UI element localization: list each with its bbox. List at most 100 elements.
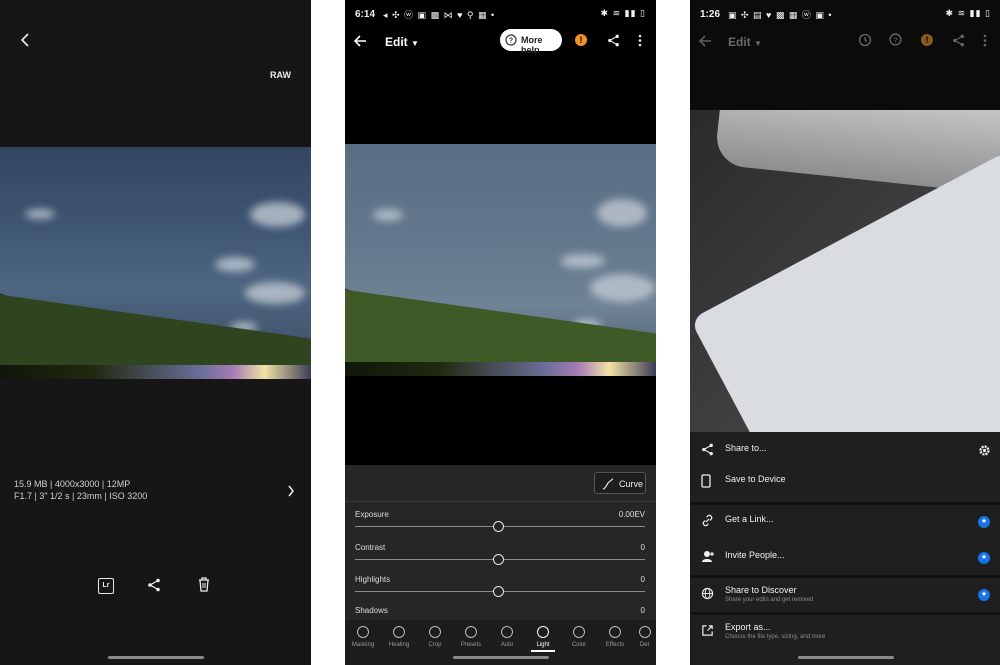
tool-presets[interactable]: Presets	[453, 626, 489, 648]
share-to-item[interactable]: Share to...	[690, 434, 1000, 468]
tool-color[interactable]: Color	[561, 626, 597, 648]
export-as-item[interactable]: Export as... Choose the file type, sizin…	[690, 615, 1000, 649]
slider-value: 0	[640, 606, 645, 615]
tool-label: Det	[639, 642, 650, 648]
help-circle-icon[interactable]: ?	[889, 33, 902, 46]
tool-label: Light	[536, 642, 550, 648]
tool-label: Effects	[605, 642, 625, 648]
slider-knob[interactable]	[493, 586, 504, 597]
export-icon	[701, 624, 714, 642]
keyboard-object	[690, 150, 1000, 432]
notification-icons: ▣ ✣ ▤ ♥ ▩ ▦ ⓦ ▣ •	[728, 10, 833, 20]
tool-crop[interactable]: Crop	[417, 626, 453, 648]
invite-people-label: Invite People...	[725, 550, 785, 560]
more-help-label: More help	[521, 35, 543, 55]
warning-icon[interactable]: !	[575, 34, 587, 46]
slider-label: Contrast	[355, 543, 386, 552]
open-in-lightroom-button[interactable]: Lr	[98, 578, 114, 594]
contrast-slider[interactable]: Contrast 0	[355, 543, 645, 573]
share-icon[interactable]	[607, 34, 620, 47]
slider-label: Highlights	[355, 575, 391, 584]
chevron-right-icon[interactable]	[287, 485, 295, 497]
presets-icon	[465, 626, 477, 638]
tool-effects[interactable]: Effects	[597, 626, 633, 648]
share-to-discover-subtitle: Share your edits and get remixed	[725, 597, 814, 603]
help-circle-icon: ?	[505, 34, 517, 48]
tool-auto[interactable]: Auto	[489, 626, 525, 648]
slider-knob[interactable]	[493, 521, 504, 532]
editing-photo-preview	[345, 144, 656, 376]
history-icon[interactable]	[858, 33, 872, 47]
share-bottom-sheet: Share to... Save to Device Get a Link...…	[690, 432, 1000, 665]
warning-icon[interactable]: !	[921, 34, 933, 46]
export-as-subtitle: Choose the file type, sizing, and more	[725, 634, 826, 640]
back-arrow-icon[interactable]	[353, 34, 367, 48]
save-to-device-item[interactable]: Save to Device	[690, 465, 1000, 499]
tool-label: Healing	[388, 642, 410, 648]
status-time: 1:26	[700, 9, 721, 20]
slider-value: 0	[640, 543, 645, 552]
tool-light[interactable]: Light	[525, 626, 561, 652]
edit-mode-dropdown[interactable]: Edit ▼	[385, 35, 419, 49]
premium-star-icon: ★	[978, 589, 990, 601]
add-person-icon	[701, 550, 715, 568]
edit-title: Edit	[385, 35, 408, 49]
raw-badge: RAW	[270, 70, 291, 80]
link-icon	[701, 514, 714, 532]
status-bar: 1:26 ▣ ✣ ▤ ♥ ▩ ▦ ⓦ ▣ • ✱ ≋ ▮▮ ▯	[690, 0, 1000, 28]
status-time: 6:14	[355, 9, 376, 20]
photo-detail-screen: RAW 15.9 MB | 4000x3000 | 12MP F1.7 | 3"…	[0, 0, 311, 665]
share-icon[interactable]	[952, 34, 965, 47]
delete-trash-icon[interactable]	[198, 577, 210, 592]
invite-people-item[interactable]: Invite People... ★	[690, 541, 1000, 575]
more-help-button[interactable]: ? More help	[500, 29, 562, 55]
share-to-discover-item[interactable]: Share to Discover Share your edits and g…	[690, 578, 1000, 612]
home-indicator	[797, 656, 894, 659]
masking-icon	[357, 626, 369, 638]
back-arrow-icon[interactable]	[18, 32, 32, 48]
metadata-exposure-line: F1.7 | 3" 1/2 s | 23mm | ISO 3200	[14, 491, 148, 501]
effects-icon	[609, 626, 621, 638]
globe-icon	[701, 587, 714, 605]
curve-button[interactable]: Curve	[594, 472, 646, 494]
curve-icon	[602, 478, 614, 492]
healing-icon	[393, 626, 405, 638]
exposure-slider[interactable]: Exposure 0.00EV	[355, 510, 645, 540]
more-options-icon[interactable]	[638, 34, 642, 47]
auto-icon	[501, 626, 513, 638]
tool-label: Presets	[460, 642, 482, 648]
share-icon	[701, 443, 714, 461]
dropdown-caret-icon: ▼	[754, 39, 762, 48]
tool-masking[interactable]: Masking	[345, 626, 381, 648]
settings-gear-icon[interactable]	[978, 444, 991, 457]
tool-detail[interactable]: Det	[633, 626, 656, 648]
tool-label: Color	[571, 642, 587, 648]
slider-label: Shadows	[355, 606, 388, 615]
highlights-slider[interactable]: Highlights 0	[355, 575, 645, 605]
photo-metadata: 15.9 MB | 4000x3000 | 12MP F1.7 | 3" 1/2…	[14, 478, 147, 502]
system-status-icons: ✱ ≋ ▮▮ ▯	[945, 8, 991, 18]
get-link-label: Get a Link...	[725, 514, 774, 524]
slider-label: Exposure	[355, 510, 389, 519]
edit-mode-dropdown[interactable]: Edit ▼	[728, 35, 762, 49]
more-options-icon[interactable]	[983, 34, 987, 47]
night-landscape-photo	[0, 147, 311, 379]
share-sheet-screen: 1:26 ▣ ✣ ▤ ♥ ▩ ▦ ⓦ ▣ • ✱ ≋ ▮▮ ▯ Edit ▼ ?…	[690, 0, 1000, 665]
phone-device-icon	[701, 474, 711, 493]
tool-healing[interactable]: Healing	[381, 626, 417, 648]
share-to-label: Share to...	[725, 443, 767, 453]
home-indicator	[107, 656, 204, 659]
edit-screen: 6:14 ◂ ✣ ⓦ ▣ ▩ ⋈ ♥ ⚲ ▦ • ✱ ≋ ▮▮ ▯ Edit ▼…	[345, 0, 656, 665]
get-link-item[interactable]: Get a Link... ★	[690, 505, 1000, 539]
keyboard-photo	[690, 110, 1000, 432]
system-status-icons: ✱ ≋ ▮▮ ▯	[600, 8, 646, 18]
premium-star-icon: ★	[978, 552, 990, 564]
back-arrow-icon[interactable]	[698, 34, 712, 48]
export-as-label: Export as...	[725, 622, 771, 632]
slider-knob[interactable]	[493, 554, 504, 565]
tool-label: Masking	[351, 642, 375, 648]
tool-label: Crop	[428, 642, 442, 648]
thermometer-icon	[573, 626, 585, 638]
share-icon[interactable]	[147, 578, 161, 592]
detail-icon	[638, 626, 651, 638]
